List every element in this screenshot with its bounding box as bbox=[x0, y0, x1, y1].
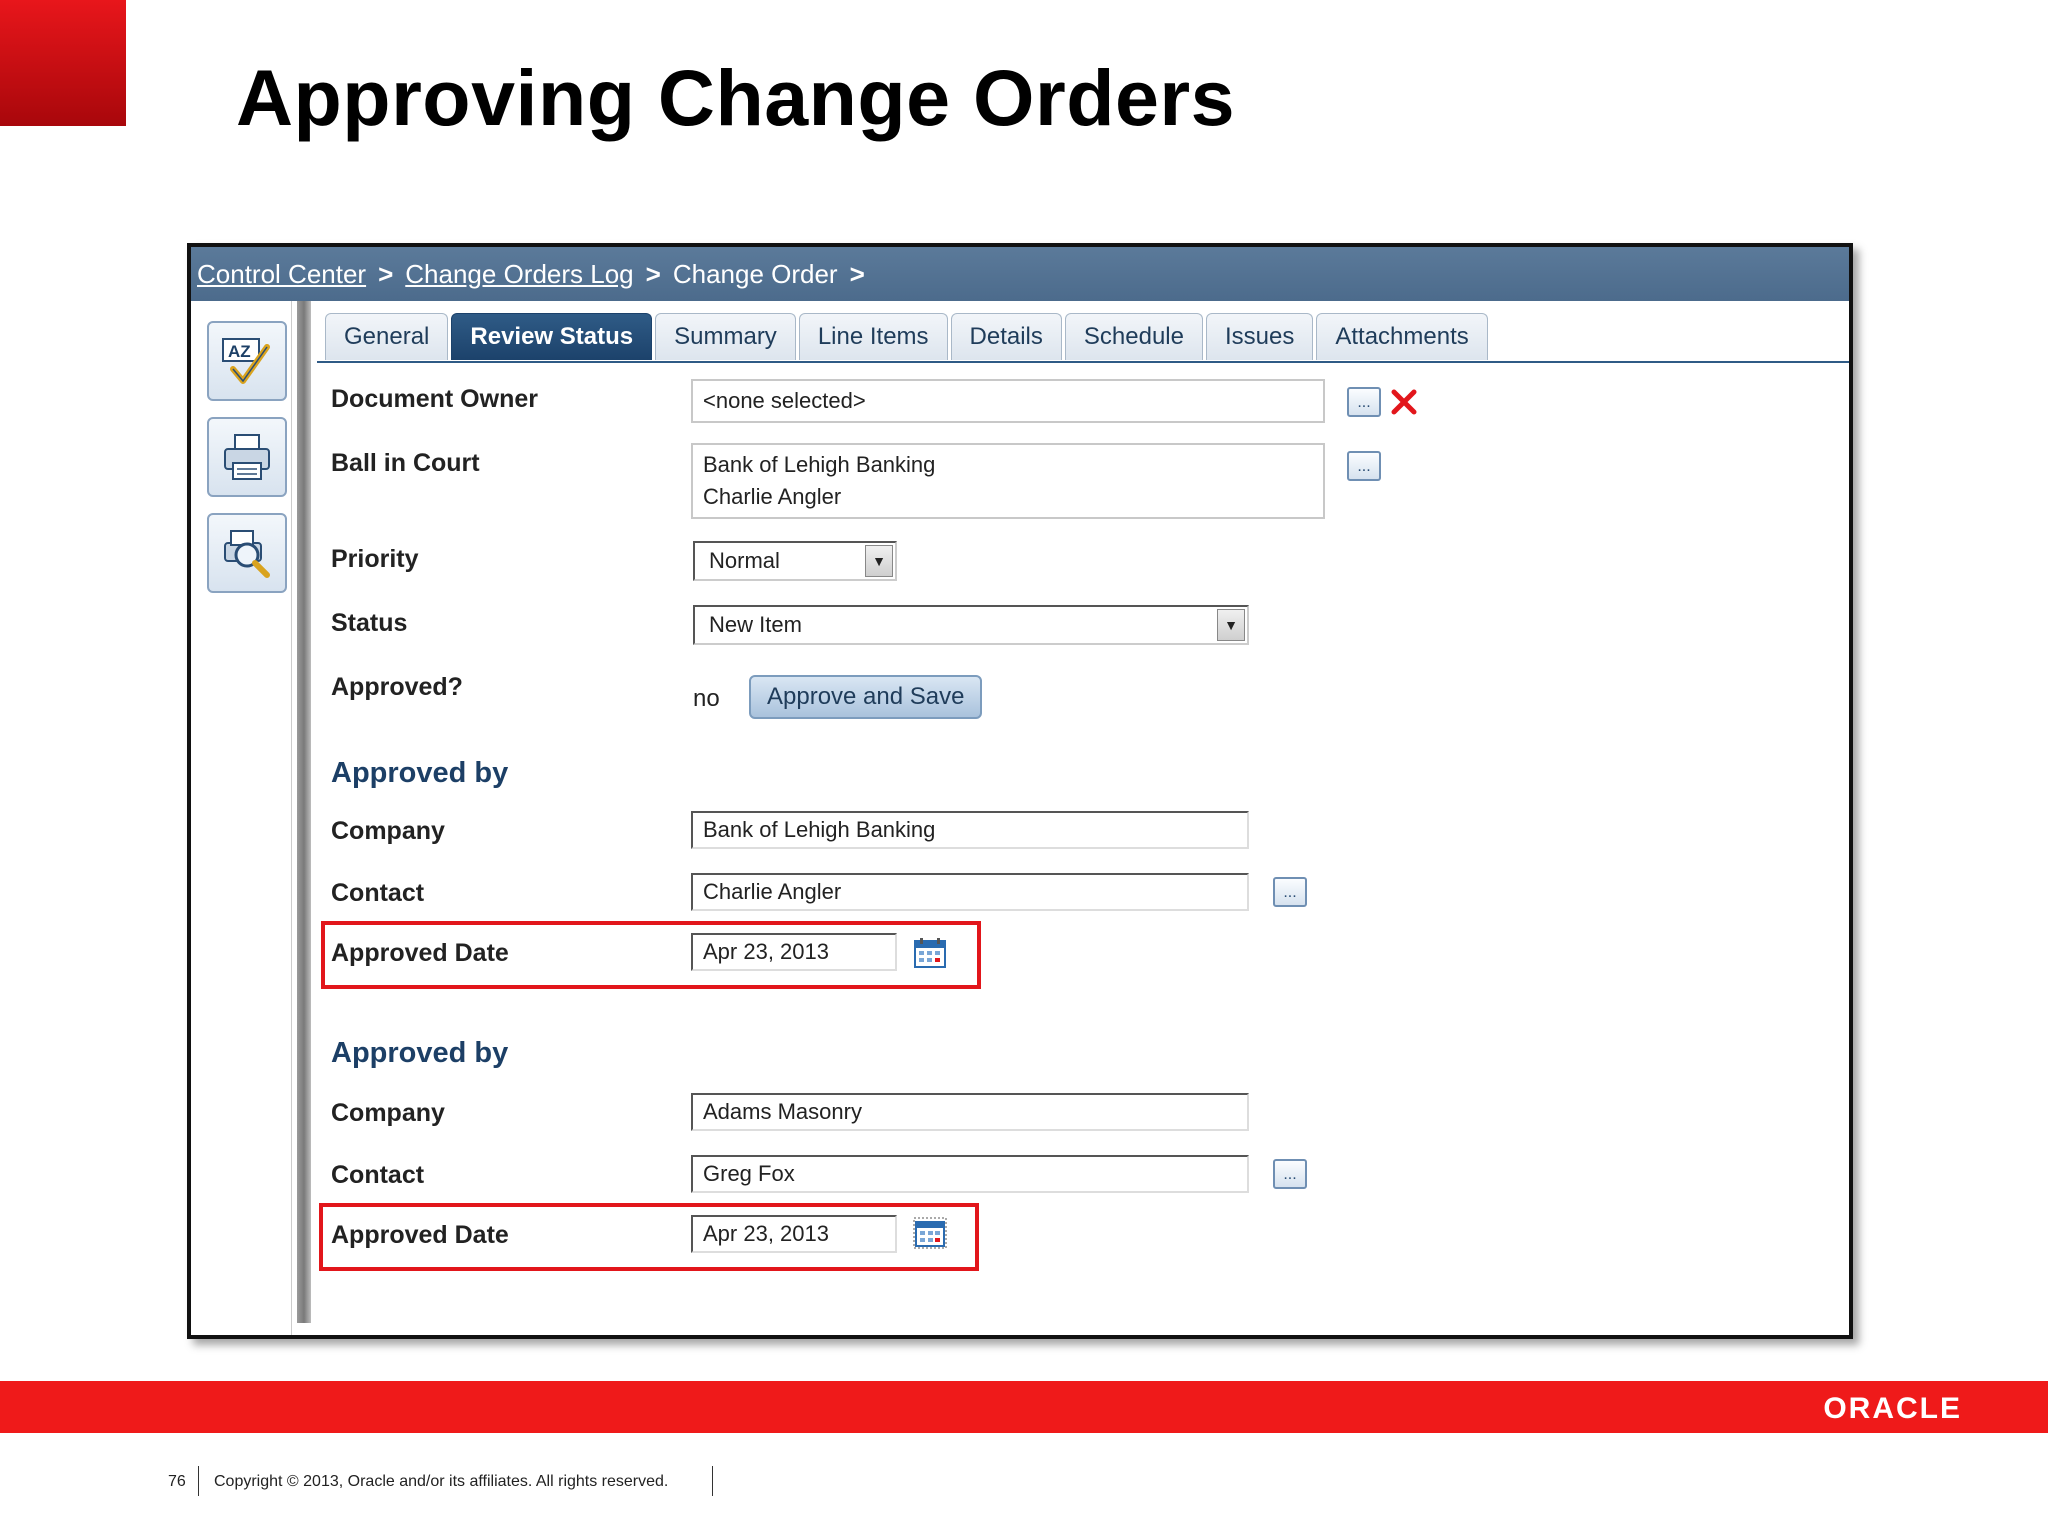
approved-label: Approved? bbox=[331, 673, 463, 701]
ball-in-court-label: Ball in Court bbox=[331, 449, 480, 477]
document-owner-label: Document Owner bbox=[331, 385, 538, 413]
side-toolbar: AZ bbox=[191, 301, 292, 1335]
breadcrumb-separator: > bbox=[645, 258, 661, 289]
breadcrumb-control-center[interactable]: Control Center bbox=[197, 259, 366, 290]
calendar-icon[interactable] bbox=[913, 1217, 947, 1249]
breadcrumb: Control Center > Change Orders Log > Cha… bbox=[191, 247, 1849, 301]
print-icon bbox=[224, 434, 270, 480]
status-label: Status bbox=[331, 609, 408, 637]
chevron-down-icon[interactable]: ▼ bbox=[1217, 609, 1245, 641]
tab-review-status[interactable]: Review Status bbox=[451, 313, 653, 360]
footer-divider bbox=[198, 1466, 199, 1496]
company-label: Company bbox=[331, 1099, 445, 1127]
brand-corner-block bbox=[0, 0, 126, 126]
approver-2-contact-field[interactable]: Greg Fox bbox=[691, 1155, 1249, 1193]
tab-schedule[interactable]: Schedule bbox=[1064, 313, 1203, 360]
approved-date-label: Approved Date bbox=[331, 939, 509, 967]
approved-by-heading: Approved by bbox=[331, 1037, 509, 1069]
ball-in-court-contact: Charlie Angler bbox=[703, 484, 842, 509]
breadcrumb-change-orders-log[interactable]: Change Orders Log bbox=[405, 259, 633, 290]
approver-2-date-field[interactable]: Apr 23, 2013 bbox=[691, 1215, 897, 1253]
approver-1-contact-picker-button[interactable]: ... bbox=[1273, 877, 1307, 907]
breadcrumb-separator: > bbox=[378, 258, 394, 289]
tab-line-items[interactable]: Line Items bbox=[798, 313, 948, 360]
print-button[interactable] bbox=[207, 417, 287, 497]
tab-attachments[interactable]: Attachments bbox=[1316, 313, 1488, 360]
approve-and-save-button[interactable]: Approve and Save bbox=[749, 675, 983, 719]
footer-red-band bbox=[0, 1381, 2048, 1433]
document-owner-field[interactable]: <none selected> bbox=[691, 379, 1325, 423]
svg-text:AZ: AZ bbox=[228, 342, 251, 361]
oracle-logo: ORACLE bbox=[1823, 1392, 1962, 1425]
priority-selected-value: Normal bbox=[709, 548, 780, 573]
approved-value: no bbox=[693, 685, 720, 712]
spell-check-button[interactable]: AZ bbox=[207, 321, 287, 401]
page-number: 76 bbox=[168, 1473, 186, 1490]
calendar-icon[interactable] bbox=[913, 937, 947, 969]
review-status-panel: General Review Status Summary Line Items… bbox=[317, 301, 1849, 1335]
ball-in-court-field: Bank of Lehigh Banking Charlie Angler bbox=[691, 443, 1325, 519]
print-preview-icon bbox=[224, 530, 270, 578]
status-selected-value: New Item bbox=[709, 612, 802, 637]
app-window: Control Center > Change Orders Log > Cha… bbox=[187, 243, 1853, 1339]
footer-divider bbox=[712, 1466, 713, 1496]
tab-bar: General Review Status Summary Line Items… bbox=[325, 313, 1488, 361]
contact-label: Contact bbox=[331, 1161, 425, 1189]
ball-in-court-picker-button[interactable]: ... bbox=[1347, 451, 1381, 481]
copyright-text: Copyright © 2013, Oracle and/or its affi… bbox=[214, 1473, 669, 1490]
approved-by-heading: Approved by bbox=[331, 757, 509, 789]
tab-details[interactable]: Details bbox=[950, 313, 1062, 360]
approved-date-label: Approved Date bbox=[331, 1221, 509, 1249]
slide-title: Approving Change Orders bbox=[236, 53, 1236, 142]
breadcrumb-separator: > bbox=[849, 258, 865, 289]
tab-general[interactable]: General bbox=[325, 313, 449, 360]
sidebar-splitter[interactable] bbox=[297, 301, 311, 1323]
document-owner-picker-button[interactable]: ... bbox=[1347, 387, 1381, 417]
contact-label: Contact bbox=[331, 879, 425, 907]
priority-label: Priority bbox=[331, 545, 419, 573]
approver-1-contact-field[interactable]: Charlie Angler bbox=[691, 873, 1249, 911]
spell-check-icon: AZ bbox=[222, 338, 270, 384]
tab-issues[interactable]: Issues bbox=[1205, 313, 1314, 360]
approver-1-company-field[interactable]: Bank of Lehigh Banking bbox=[691, 811, 1249, 849]
tab-underline bbox=[317, 361, 1849, 363]
priority-select[interactable]: Normal ▼ bbox=[693, 541, 897, 581]
company-label: Company bbox=[331, 817, 445, 845]
tab-summary[interactable]: Summary bbox=[655, 313, 796, 360]
chevron-down-icon[interactable]: ▼ bbox=[865, 545, 893, 577]
approver-2-company-field[interactable]: Adams Masonry bbox=[691, 1093, 1249, 1131]
approver-2-contact-picker-button[interactable]: ... bbox=[1273, 1159, 1307, 1189]
print-preview-button[interactable] bbox=[207, 513, 287, 593]
breadcrumb-change-order: Change Order bbox=[672, 258, 838, 289]
approver-1-date-field[interactable]: Apr 23, 2013 bbox=[691, 933, 897, 971]
ball-in-court-company: Bank of Lehigh Banking bbox=[703, 452, 936, 477]
status-select[interactable]: New Item ▼ bbox=[693, 605, 1249, 645]
clear-icon[interactable] bbox=[1389, 387, 1419, 417]
